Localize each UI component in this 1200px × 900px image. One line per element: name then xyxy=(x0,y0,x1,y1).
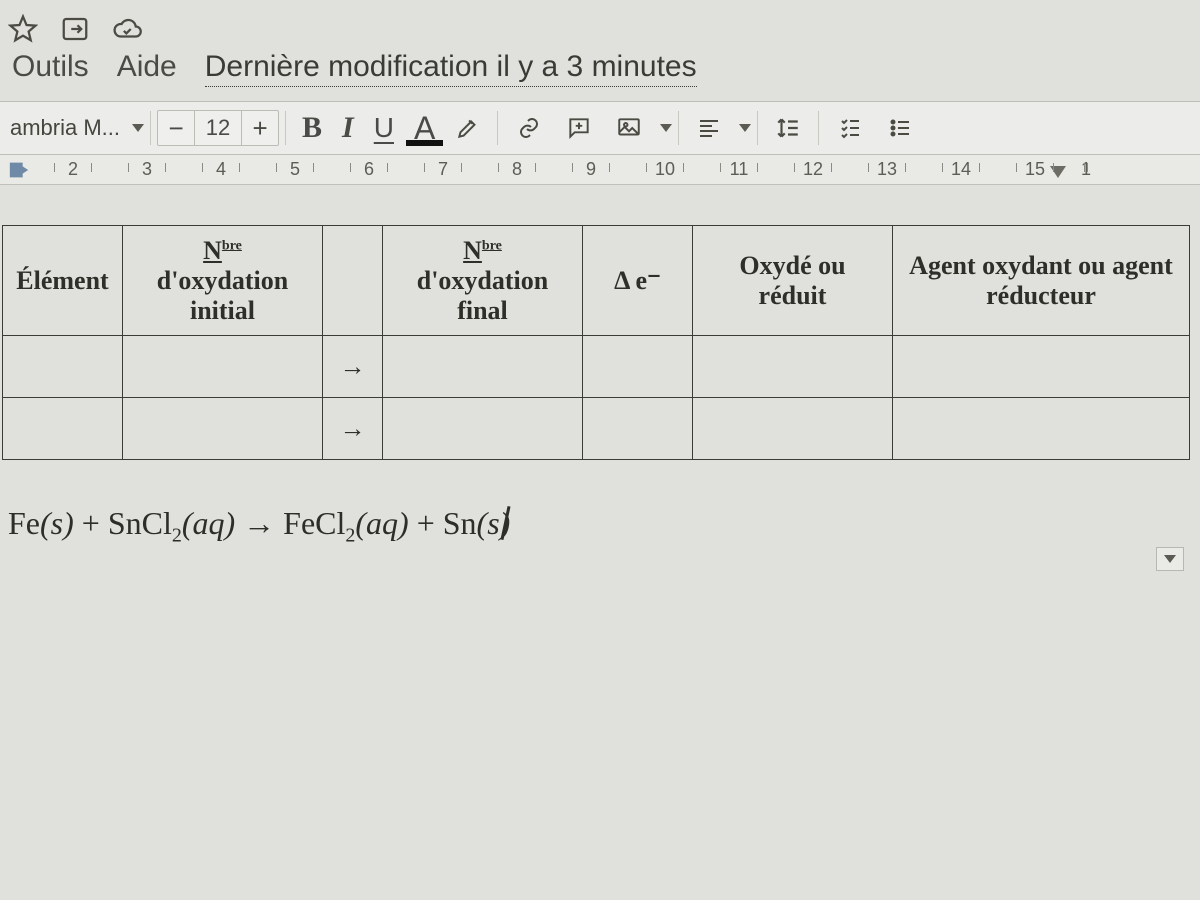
align-button[interactable] xyxy=(685,108,733,148)
ruler-mark: 10 xyxy=(628,159,702,180)
table-options-dropdown[interactable] xyxy=(1156,547,1184,571)
table-header-row: Élément Nbre d'oxydation initial Nbre d'… xyxy=(3,226,1190,336)
ruler-mark: 8 xyxy=(480,159,554,180)
table-row[interactable]: → xyxy=(3,336,1190,398)
cell[interactable] xyxy=(693,398,893,460)
font-size-increase-button[interactable]: + xyxy=(242,111,278,145)
col-oxyde-reduit[interactable]: Oxydé ou réduit xyxy=(693,226,893,336)
insert-link-button[interactable] xyxy=(504,108,554,148)
ruler-mark: 1 xyxy=(1066,159,1106,180)
add-comment-button[interactable] xyxy=(554,108,604,148)
titlebar-icons xyxy=(0,0,1200,50)
col-nox-initial[interactable]: Nbre d'oxydation initial xyxy=(123,226,323,336)
cell[interactable] xyxy=(3,398,123,460)
font-family-caret-icon[interactable] xyxy=(132,124,144,132)
menu-outils[interactable]: Outils xyxy=(12,50,89,84)
ruler-mark: 3 xyxy=(110,159,184,180)
ruler-mark: 12 xyxy=(776,159,850,180)
col-element[interactable]: Élément xyxy=(3,226,123,336)
table-row[interactable]: → xyxy=(3,398,1190,460)
cell[interactable] xyxy=(893,336,1190,398)
tab-stop-icon xyxy=(6,159,32,181)
col-arrow[interactable] xyxy=(323,226,383,336)
ruler-mark: 6 xyxy=(332,159,406,180)
cell[interactable] xyxy=(693,336,893,398)
separator xyxy=(150,111,151,145)
font-family-select[interactable]: ambria M... xyxy=(0,115,126,141)
ruler-mark: 9 xyxy=(554,159,628,180)
image-caret-icon[interactable] xyxy=(660,124,672,132)
cell[interactable] xyxy=(123,336,323,398)
cell[interactable] xyxy=(893,398,1190,460)
move-to-drive-icon[interactable] xyxy=(60,14,90,44)
bold-button[interactable]: B xyxy=(292,108,332,148)
ruler-mark: 7 xyxy=(406,159,480,180)
font-size-stepper: − 12 + xyxy=(157,110,279,146)
align-caret-icon[interactable] xyxy=(739,124,751,132)
cell[interactable] xyxy=(583,398,693,460)
separator xyxy=(678,111,679,145)
equation-text[interactable]: Fe(s) + SnCl2(aq) → FeCl2(aq) + Sn(s) xyxy=(0,460,1200,547)
col-delta-e[interactable]: Δ e⁻ xyxy=(583,226,693,336)
bulleted-list-button[interactable] xyxy=(875,108,925,148)
separator xyxy=(818,111,819,145)
text-color-swatch xyxy=(406,140,443,146)
font-size-input[interactable]: 12 xyxy=(194,111,242,145)
underline-button[interactable]: U xyxy=(364,108,404,148)
col-nox-final[interactable]: Nbre d'oxydation final xyxy=(383,226,583,336)
cell[interactable] xyxy=(383,336,583,398)
ruler-mark: 2 xyxy=(36,159,110,180)
cell[interactable] xyxy=(583,336,693,398)
cell-arrow[interactable]: → xyxy=(323,336,383,398)
last-modification-link[interactable]: Dernière modification il y a 3 minutes xyxy=(205,50,697,87)
separator xyxy=(757,111,758,145)
chevron-down-icon xyxy=(1164,555,1176,563)
cloud-status-icon[interactable] xyxy=(112,14,142,44)
cell[interactable] xyxy=(123,398,323,460)
separator xyxy=(497,111,498,145)
col-agent[interactable]: Agent oxydant ou agent réducteur xyxy=(893,226,1190,336)
menubar: Outils Aide Dernière modification il y a… xyxy=(0,50,1200,101)
ruler[interactable]: 2 3 4 5 6 7 8 9 10 11 12 13 14 15 1 xyxy=(0,155,1200,185)
ruler-mark: 4 xyxy=(184,159,258,180)
ruler-mark: 11 xyxy=(702,159,776,180)
highlight-button[interactable] xyxy=(445,108,491,148)
line-spacing-button[interactable] xyxy=(764,108,812,148)
ruler-mark: 15 xyxy=(998,159,1072,180)
oxidation-table[interactable]: Élément Nbre d'oxydation initial Nbre d'… xyxy=(2,225,1190,460)
cell-arrow[interactable]: → xyxy=(323,398,383,460)
star-icon[interactable] xyxy=(8,14,38,44)
separator xyxy=(285,111,286,145)
ruler-mark: 14 xyxy=(924,159,998,180)
font-size-decrease-button[interactable]: − xyxy=(158,111,194,145)
ruler-mark: 13 xyxy=(850,159,924,180)
menu-aide[interactable]: Aide xyxy=(117,50,177,84)
ruler-mark: 5 xyxy=(258,159,332,180)
formatting-toolbar: ambria M... − 12 + B I U A xyxy=(0,102,1200,155)
cell[interactable] xyxy=(3,336,123,398)
checklist-button[interactable] xyxy=(825,108,875,148)
cell[interactable] xyxy=(383,398,583,460)
insert-image-button[interactable] xyxy=(604,108,654,148)
text-color-button[interactable]: A xyxy=(404,108,445,148)
italic-button[interactable]: I xyxy=(332,108,364,148)
document-area[interactable]: Élément Nbre d'oxydation initial Nbre d'… xyxy=(0,185,1200,607)
